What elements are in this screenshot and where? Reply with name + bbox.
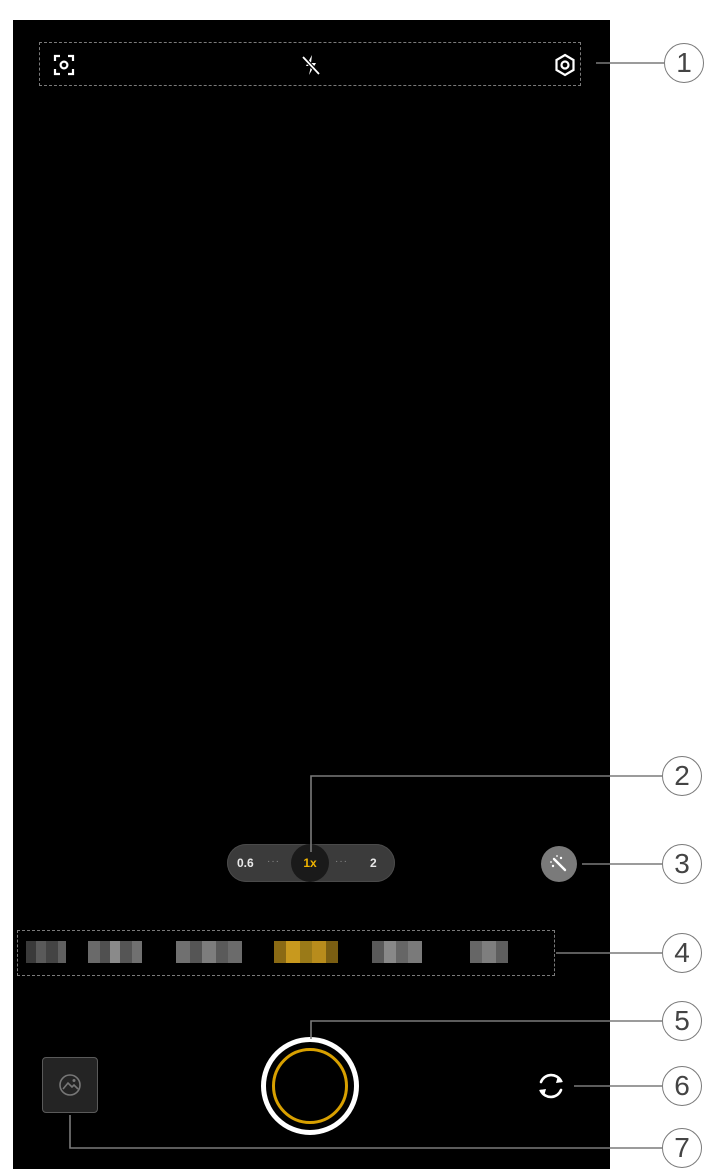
callout-7: 7 (662, 1128, 702, 1168)
callout-6: 6 (662, 1066, 702, 1106)
callout-5: 5 (662, 1001, 702, 1041)
callout-1: 1 (664, 43, 704, 83)
callout-2: 2 (662, 756, 702, 796)
callout-3: 3 (662, 844, 702, 884)
callout-4: 4 (662, 933, 702, 973)
callout-leader-lines (69, 62, 664, 1149)
